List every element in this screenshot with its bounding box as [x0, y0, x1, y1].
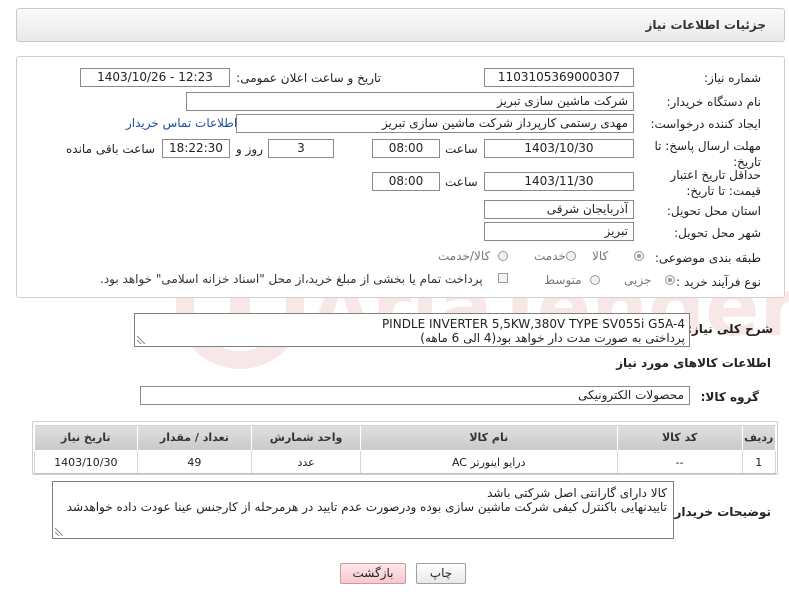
resize-handle-icon[interactable] [55, 528, 63, 536]
category-radio-both[interactable] [498, 251, 508, 261]
cell-row: 1 [741, 450, 777, 474]
page-title: جزئیات اطلاعات نیاز [645, 18, 766, 32]
announce-datetime-label: تاریخ و ساعت اعلان عمومی: [236, 71, 381, 85]
buyer-org-label: نام دستگاه خریدار: [666, 95, 762, 109]
process-radio-minor[interactable] [665, 275, 675, 285]
remaining-time-label: ساعت باقی مانده [66, 142, 156, 156]
print-button[interactable]: چاپ [416, 563, 466, 584]
table-row[interactable]: 1 -- درایو اینورتر AC عدد 49 1403/10/30 [34, 450, 777, 474]
col-header-qty: تعداد / مقدار [136, 424, 253, 451]
treasury-payment-note: پرداخت تمام یا بخشی از مبلغ خرید،از محل … [100, 272, 483, 286]
cell-date: 1403/10/30 [34, 450, 138, 474]
process-option-minor: جزیی [624, 273, 652, 287]
general-description-line1: PINDLE INVERTER 5,5KW,380V TYPE SV055i G… [381, 317, 685, 331]
price-validity-date[interactable]: 1403/11/30 [484, 172, 634, 191]
cell-code: -- [616, 450, 743, 474]
category-option-both: کالا/خدمت [438, 249, 491, 263]
col-header-date: تاریخ نیاز [34, 424, 138, 451]
items-table: ردیف کد کالا نام کالا واحد شمارش تعداد /… [34, 424, 777, 474]
reply-deadline-time-label: ساعت [445, 142, 478, 156]
price-validity-time-label: ساعت [445, 175, 478, 189]
col-header-code: کد کالا [616, 424, 743, 451]
buyer-notes-box[interactable]: کالا دارای گارانتی اصل شرکتی باشد تاییدن… [52, 481, 674, 539]
col-header-name: نام کالا [359, 424, 618, 451]
col-header-unit: واحد شمارش [251, 424, 361, 451]
price-validity-label: حداقل تاریخ اعتبار قیمت: تا تاریخ: [670, 168, 761, 198]
city-field[interactable]: تبریز [484, 222, 634, 241]
reply-deadline-days[interactable]: 3 [268, 139, 334, 158]
process-type-label: نوع فرآیند خرید : [676, 275, 761, 289]
col-header-row: ردیف [741, 424, 777, 451]
back-button[interactable]: بازگشت [340, 563, 406, 584]
goods-info-title: اطلاعات کالاهای مورد نیاز [616, 356, 771, 370]
city-label: شهر محل تحویل: [674, 226, 761, 240]
province-label: استان محل تحویل: [666, 204, 761, 218]
announce-datetime-field[interactable]: 1403/10/26 - 12:23 [80, 68, 230, 87]
need-number-field[interactable]: 1103105369000307 [484, 68, 634, 87]
general-description-box[interactable]: PINDLE INVERTER 5,5KW,380V TYPE SV055i G… [134, 313, 690, 347]
price-validity-time[interactable]: 08:00 [372, 172, 440, 191]
general-description-line2: پرداختی به صورت مدت دار خواهد بود(4 الی … [420, 331, 685, 345]
general-description-label: شرح کلی نیاز: [687, 322, 773, 336]
panel-header: جزئیات اطلاعات نیاز [16, 8, 785, 42]
province-field[interactable]: آذربایجان شرقی [484, 200, 634, 219]
category-radio-goods[interactable] [634, 251, 644, 261]
buyer-notes-line1: کالا دارای گارانتی اصل شرکتی باشد [487, 486, 667, 500]
cell-unit: عدد [251, 450, 361, 474]
requester-label: ایجاد کننده درخواست: [650, 117, 761, 131]
reply-deadline-time[interactable]: 08:00 [372, 139, 440, 158]
need-number-label: شماره نیاز: [704, 71, 761, 85]
buyer-notes-label: توضیحات خریدار: [669, 505, 771, 519]
goods-group-label: گروه کالا: [700, 390, 759, 404]
cell-name: درایو اینورتر AC [359, 450, 618, 474]
process-option-medium: متوسط [544, 273, 582, 287]
remaining-time-field[interactable]: 18:22:30 [162, 139, 230, 158]
process-radio-medium[interactable] [590, 275, 600, 285]
reply-deadline-label: مهلت ارسال پاسخ: تا تاریخ: [654, 139, 761, 169]
resize-handle-icon[interactable] [137, 336, 145, 344]
category-radio-service[interactable] [566, 251, 576, 261]
buyer-contact-link[interactable]: اطلاعات تماس خریدار [126, 116, 237, 130]
category-label: طبقه بندی موضوعی: [654, 251, 761, 265]
reply-deadline-date[interactable]: 1403/10/30 [484, 139, 634, 158]
category-option-service: خدمت [534, 249, 566, 263]
requester-field[interactable]: مهدی رستمی کارپرداز شرکت ماشین سازی تبری… [236, 114, 634, 133]
buyer-org-field[interactable]: شرکت ماشین سازی تبریز [186, 92, 634, 111]
cell-qty: 49 [136, 450, 253, 474]
buyer-notes-line2: تاییدنهایی باکنترل کیفی شرکت ماشین سازی … [66, 500, 667, 514]
treasury-payment-checkbox[interactable] [498, 273, 508, 283]
category-option-goods: کالا [592, 249, 609, 263]
days-label: روز و [236, 142, 263, 156]
goods-group-field[interactable]: محصولات الکترونیکی [140, 386, 690, 405]
